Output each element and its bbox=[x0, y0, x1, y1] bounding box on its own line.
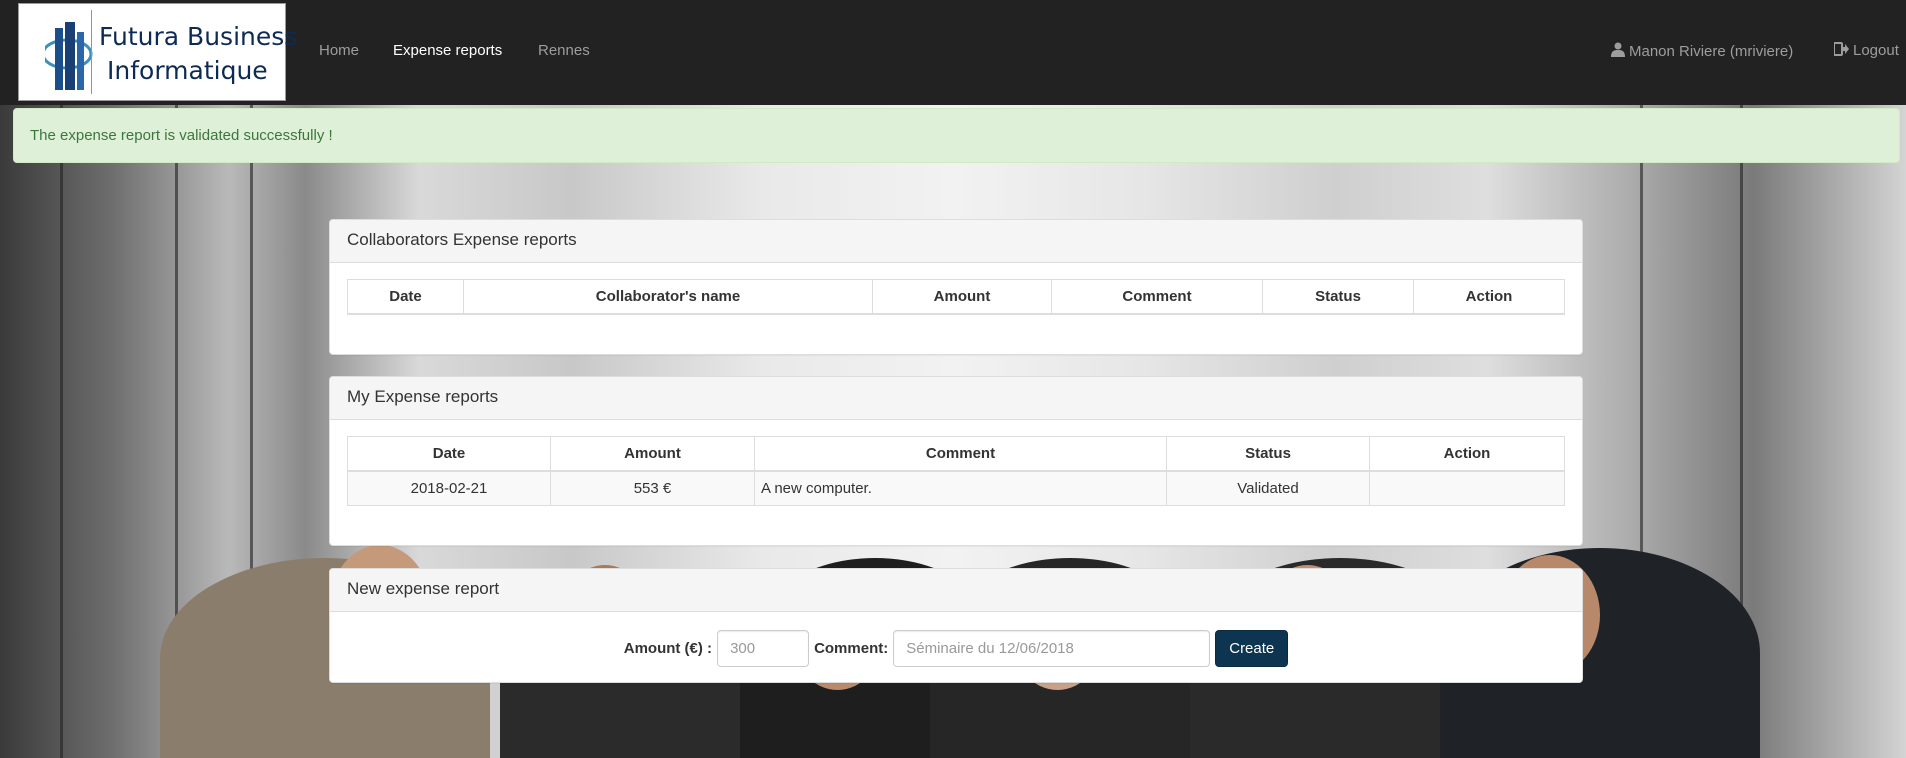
brand-line-1: Futura Business bbox=[99, 22, 298, 51]
logout-label: Logout bbox=[1853, 42, 1899, 59]
nav-expense-reports[interactable]: Expense reports bbox=[393, 42, 502, 59]
building-logo-icon bbox=[45, 22, 93, 90]
col-action: Action bbox=[1369, 436, 1565, 472]
my-expense-table: Date Amount Comment Status Action 2018-0… bbox=[347, 436, 1565, 506]
cell-amount: 553 € bbox=[550, 470, 755, 506]
col-status: Status bbox=[1166, 436, 1370, 472]
user-icon bbox=[1611, 42, 1625, 57]
comment-label: Comment: bbox=[814, 640, 889, 657]
col-comment: Comment bbox=[1051, 279, 1263, 315]
comment-input[interactable] bbox=[893, 630, 1211, 667]
col-amount: Amount bbox=[550, 436, 755, 472]
nav-home[interactable]: Home bbox=[319, 42, 359, 59]
nav-rennes[interactable]: Rennes bbox=[538, 42, 590, 59]
new-expense-panel: New expense report Amount (€) : Comment:… bbox=[329, 568, 1583, 683]
cell-status: Validated bbox=[1166, 470, 1370, 506]
user-name: Manon Riviere (mriviere) bbox=[1629, 43, 1794, 60]
collaborators-table: Date Collaborator's name Amount Comment … bbox=[347, 279, 1565, 315]
panel-title: Collaborators Expense reports bbox=[330, 220, 1582, 263]
cell-action bbox=[1369, 470, 1565, 506]
navbar: Futura Business Informatique Home Expens… bbox=[0, 0, 1906, 105]
nav-user[interactable]: Manon Riviere (mriviere) bbox=[1611, 42, 1793, 60]
nav-logout[interactable]: Logout bbox=[1834, 42, 1899, 59]
cell-date: 2018-02-21 bbox=[347, 470, 551, 506]
my-expense-panel: My Expense reports Date Amount Comment S… bbox=[329, 376, 1583, 546]
success-alert: The expense report is validated successf… bbox=[13, 108, 1900, 163]
create-button[interactable]: Create bbox=[1215, 630, 1289, 667]
col-collaborator-name: Collaborator's name bbox=[463, 279, 873, 315]
col-amount: Amount bbox=[872, 279, 1052, 315]
new-expense-form: Amount (€) : Comment: Create bbox=[330, 612, 1582, 667]
col-comment: Comment bbox=[754, 436, 1167, 472]
col-status: Status bbox=[1262, 279, 1414, 315]
cell-comment: A new computer. bbox=[754, 470, 1167, 506]
collaborators-panel: Collaborators Expense reports Date Colla… bbox=[329, 219, 1583, 355]
brand-line-2: Informatique bbox=[107, 56, 268, 85]
table-row: 2018-02-21 553 € A new computer. Validat… bbox=[347, 470, 1565, 506]
amount-label: Amount (€) : bbox=[623, 640, 713, 657]
col-date: Date bbox=[347, 436, 551, 472]
col-action: Action bbox=[1413, 279, 1565, 315]
panel-title: New expense report bbox=[330, 569, 1582, 612]
brand-logo[interactable]: Futura Business Informatique bbox=[18, 3, 297, 101]
alert-message: The expense report is validated successf… bbox=[30, 127, 333, 144]
panel-title: My Expense reports bbox=[330, 377, 1582, 420]
logout-icon bbox=[1834, 42, 1849, 56]
amount-input[interactable] bbox=[717, 630, 810, 667]
col-date: Date bbox=[347, 279, 464, 315]
